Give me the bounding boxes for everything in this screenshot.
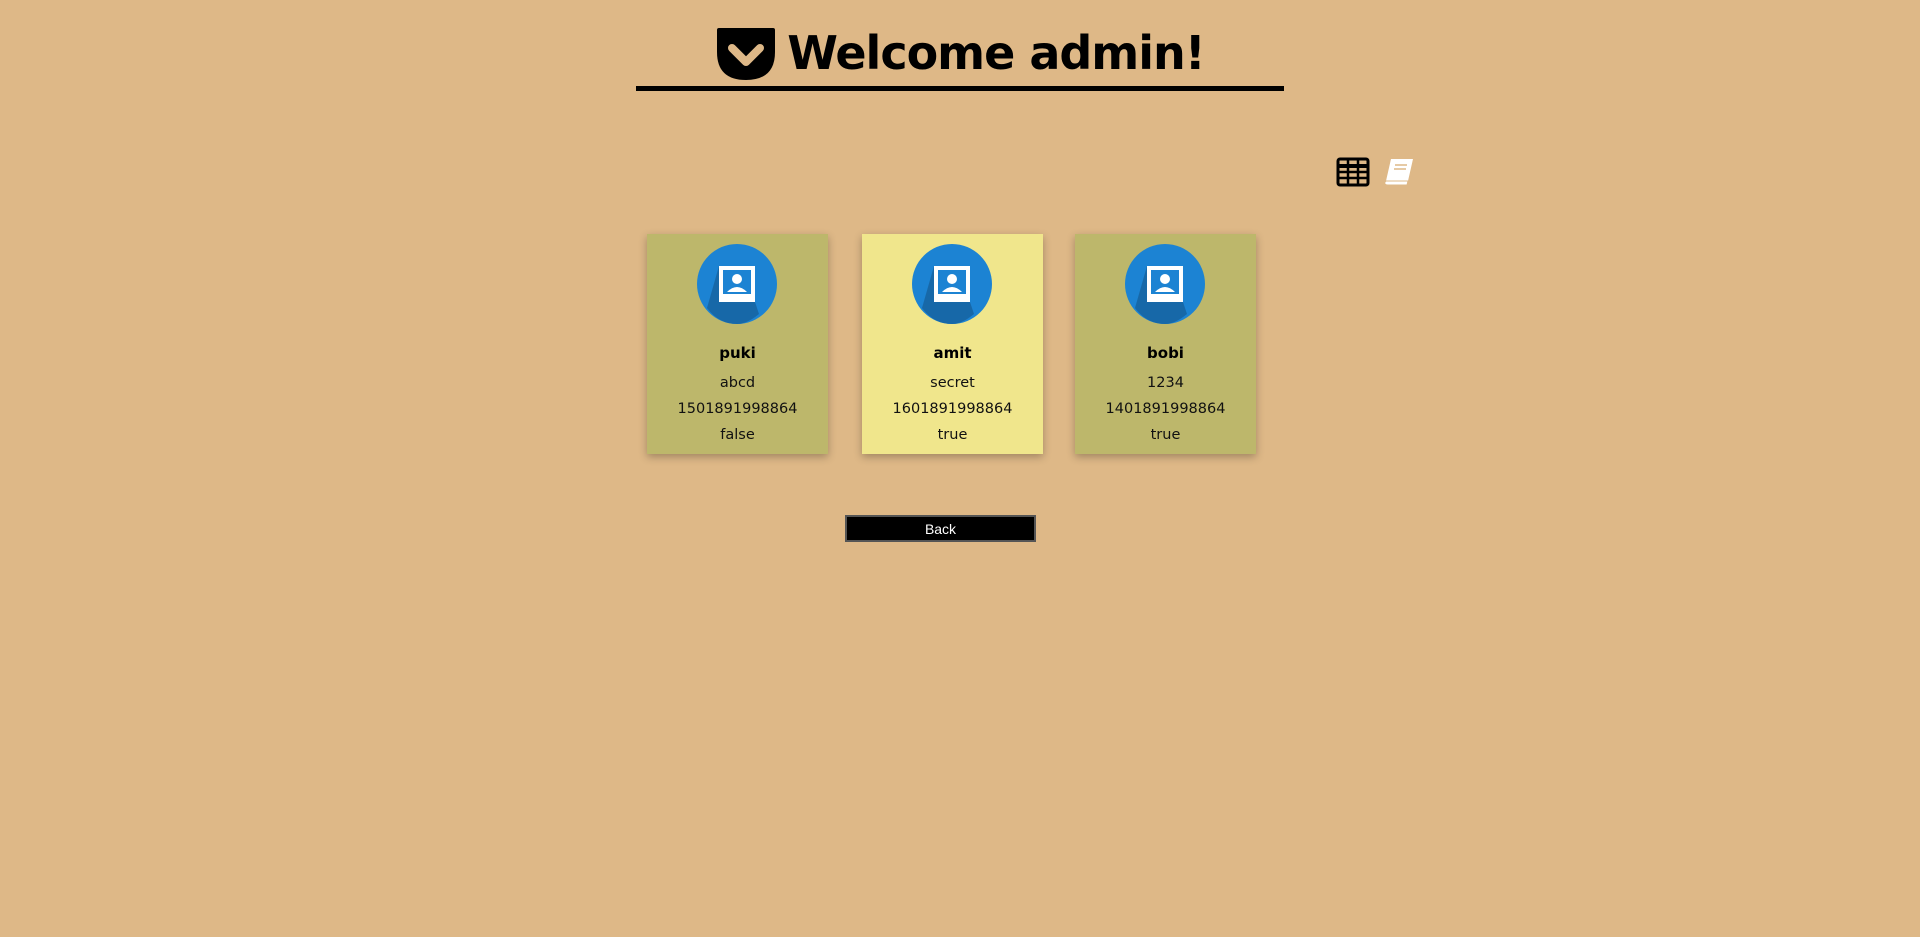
user-is-admin: true [937,427,968,443]
table-grid-icon[interactable] [1336,156,1370,188]
page-header: Welcome admin! [636,22,1284,92]
profile-picture-icon [697,244,777,324]
profile-picture-icon [912,244,992,324]
pocket-icon [717,28,776,80]
user-name: bobi [1147,344,1184,362]
page-title: Welcome admin! [787,26,1205,80]
user-password: 1234 [1147,375,1184,391]
header-divider [636,86,1284,91]
user-name: amit [933,344,972,362]
user-timestamp: 1601891998864 [892,401,1013,417]
user-timestamp: 1501891998864 [677,401,798,417]
view-toggle [1336,156,1416,188]
user-card[interactable]: amit secret 1601891998864 true [862,234,1043,454]
user-password: secret [930,375,975,391]
back-button[interactable]: Back [845,515,1036,542]
user-password: abcd [719,375,756,391]
user-card[interactable]: bobi 1234 1401891998864 true [1075,234,1256,454]
user-is-admin: false [720,427,755,443]
user-card[interactable]: puki abcd 1501891998864 false [647,234,828,454]
book-icon[interactable] [1382,156,1416,188]
user-name: puki [719,344,756,362]
user-timestamp: 1401891998864 [1105,401,1226,417]
user-is-admin: true [1150,427,1181,443]
profile-picture-icon [1125,244,1205,324]
